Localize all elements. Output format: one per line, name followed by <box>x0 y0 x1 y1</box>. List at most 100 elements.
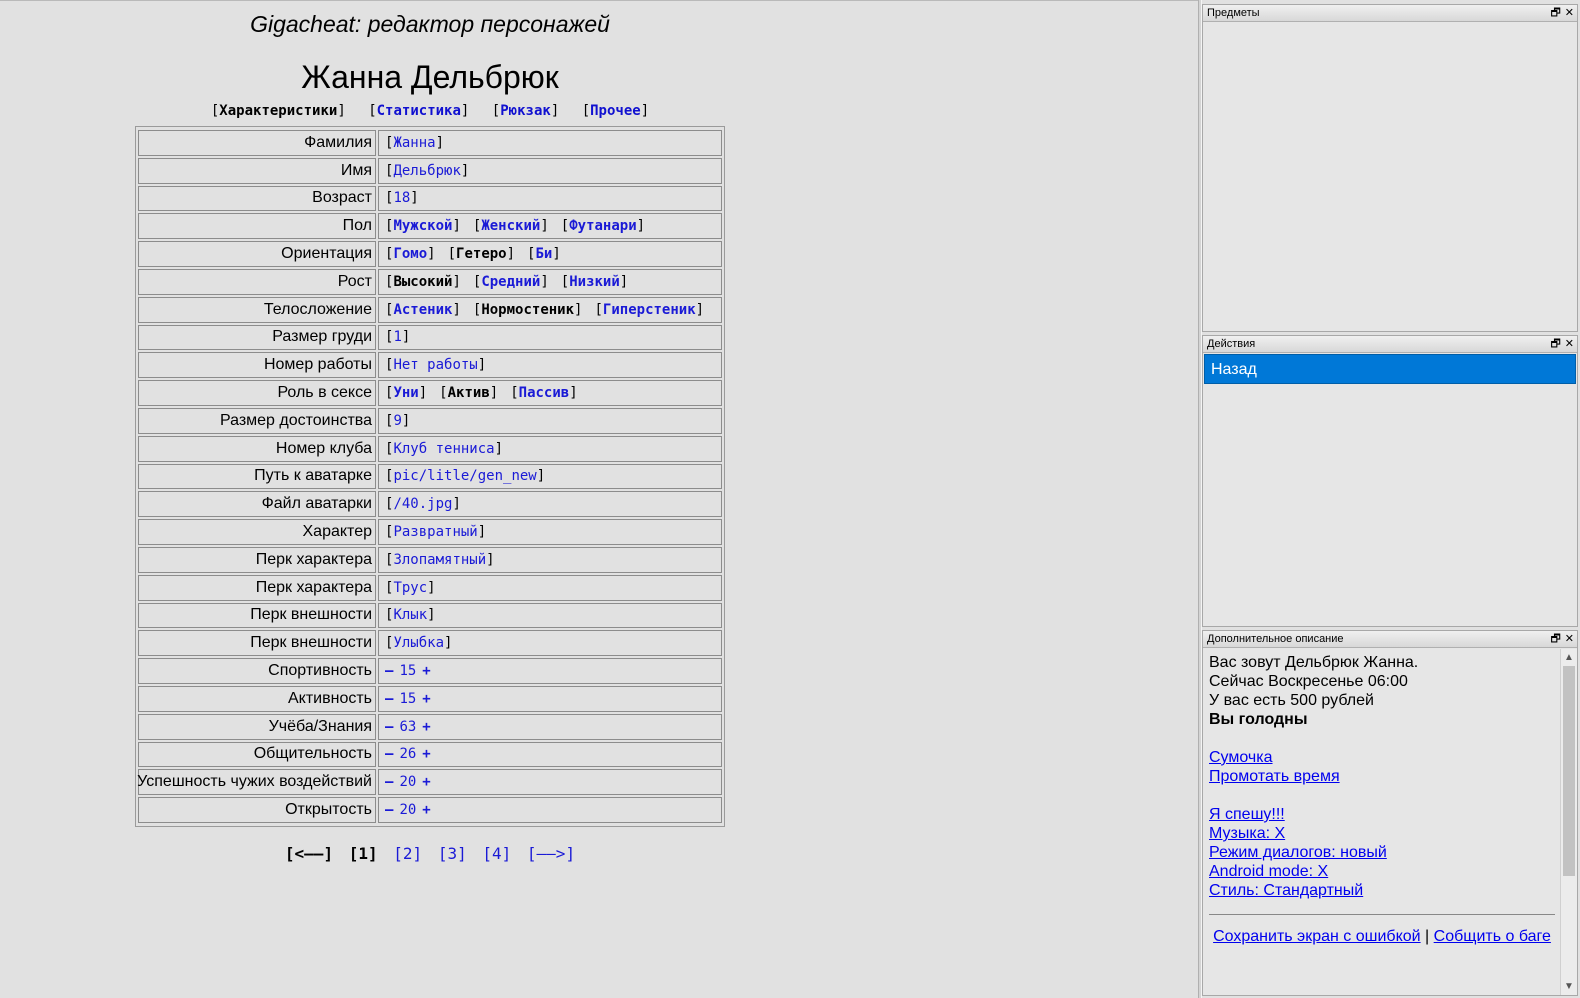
character-stats-table: Фамилия [Жанна] Имя [Дельбрюк] Возраст [18] По… <box>135 126 725 827</box>
restore-icon[interactable]: 🗗 <box>1550 7 1560 19</box>
row-value: [1] <box>378 324 722 351</box>
row-label: Роль в сексе <box>138 380 376 406</box>
link-android-mode[interactable]: Android mode: X <box>1209 862 1555 881</box>
option-item[interactable]: [Би] <box>527 246 561 262</box>
increment-button[interactable]: + <box>422 663 430 679</box>
option-item[interactable]: [Пассив] <box>510 385 577 401</box>
row-value: [Высокий] [Средний] [Низкий] <box>378 268 722 295</box>
option-item[interactable]: [Уни] <box>385 385 427 401</box>
pager: [<——] [1] [2] [3] [4] [——>] <box>0 844 860 863</box>
stat-stepper: –15 + <box>385 691 431 707</box>
action-back[interactable]: Назад <box>1204 354 1576 384</box>
decrement-button[interactable]: – <box>385 802 393 818</box>
tab-statistics[interactable]: [Статистика] <box>368 103 469 119</box>
stat-value: 15 <box>399 690 417 707</box>
row-value: [Нет работы] <box>378 352 722 379</box>
close-icon[interactable]: ✕ <box>1565 338 1574 350</box>
items-panel-title: Предметы <box>1207 7 1260 19</box>
link-bag[interactable]: Сумочка <box>1209 748 1555 767</box>
description-scrollbar[interactable]: ▲ ▼ <box>1560 649 1577 995</box>
app-title: Gigacheat: редактор персонажей <box>250 11 610 37</box>
value-link[interactable]: [Улыбка] <box>385 635 452 651</box>
items-list <box>1203 23 1577 331</box>
tab-other[interactable]: [Прочее] <box>582 103 649 119</box>
value-link[interactable]: [Злопамятный] <box>385 552 495 568</box>
value-link[interactable]: [18] <box>385 190 419 206</box>
value-link[interactable]: [Нет работы] <box>385 357 486 373</box>
pager-next[interactable]: [——>] <box>527 844 575 863</box>
increment-button[interactable]: + <box>422 802 430 818</box>
pager-prev[interactable]: [<——] <box>285 844 333 863</box>
value-link[interactable]: [/40.jpg] <box>385 496 461 512</box>
decrement-button[interactable]: – <box>385 774 393 790</box>
restore-icon[interactable]: 🗗 <box>1550 633 1560 645</box>
tab-characteristics[interactable]: [Характеристики] <box>211 103 346 119</box>
actions-panel: Действия 🗗 ✕ Назад <box>1202 335 1578 627</box>
value-link[interactable]: [pic/litle/gen_new] <box>385 468 545 484</box>
decrement-button[interactable]: – <box>385 746 393 762</box>
table-row: Перк внешности [Улыбка] <box>138 629 722 657</box>
option-item[interactable]: [Низкий] <box>561 274 628 290</box>
link-style[interactable]: Стиль: Стандартный <box>1209 881 1555 900</box>
value-link[interactable]: [1] <box>385 329 410 345</box>
value-link[interactable]: [Клык] <box>385 607 436 623</box>
close-icon[interactable]: ✕ <box>1565 7 1574 19</box>
value-link[interactable]: [Жанна] <box>385 135 444 151</box>
row-label: Путь к аватарке <box>138 463 376 490</box>
increment-button[interactable]: + <box>422 746 430 762</box>
increment-button[interactable]: + <box>422 719 430 735</box>
scroll-down-icon[interactable]: ▼ <box>1561 978 1577 995</box>
stat-stepper: –63 + <box>385 719 431 735</box>
tab-backpack[interactable]: [Рюкзак] <box>492 103 559 119</box>
option-item[interactable]: [Гиперстеник] <box>594 302 704 318</box>
row-value: [18] <box>378 185 722 212</box>
items-panel: Предметы 🗗 ✕ <box>1202 4 1578 332</box>
scroll-thumb[interactable] <box>1563 666 1575 876</box>
value-link[interactable]: [Клуб тенниса] <box>385 441 503 457</box>
decrement-button[interactable]: – <box>385 719 393 735</box>
stat-stepper: –26 + <box>385 746 431 762</box>
link-save-error-screen[interactable]: Сохранить экран с ошибкой <box>1213 928 1421 945</box>
row-label: Размер достоинства <box>138 407 376 434</box>
option-item[interactable]: [Астеник] <box>385 302 461 318</box>
link-report-bug[interactable]: Собщить о баге <box>1434 928 1551 945</box>
option-item[interactable]: [Футанари] <box>561 218 645 234</box>
close-icon[interactable]: ✕ <box>1565 633 1574 645</box>
row-label: Номер работы <box>138 352 376 379</box>
footer-links: Сохранить экран с ошибкой | Собщить о ба… <box>1209 927 1555 946</box>
option-item[interactable]: [Гомо] <box>385 246 436 262</box>
value-link[interactable]: [Трус] <box>385 580 436 596</box>
row-value: –26 + <box>378 741 722 768</box>
stat-stepper: –20 + <box>385 802 431 818</box>
pager-page-3[interactable]: [3] <box>438 844 467 863</box>
restore-icon[interactable]: 🗗 <box>1550 338 1560 350</box>
row-value: –15 + <box>378 685 722 712</box>
scroll-up-icon[interactable]: ▲ <box>1561 649 1577 666</box>
value-link[interactable]: [Развратный] <box>385 524 486 540</box>
table-row: Открытость –20 + <box>138 796 722 824</box>
decrement-button[interactable]: – <box>385 663 393 679</box>
value-link[interactable]: [9] <box>385 413 410 429</box>
option-item[interactable]: [Женский] <box>473 218 549 234</box>
value-link[interactable]: [Дельбрюк] <box>385 163 469 179</box>
actions-list: Назад <box>1203 354 1577 626</box>
link-hurry[interactable]: Я спешу!!! <box>1209 805 1555 824</box>
decrement-button[interactable]: – <box>385 691 393 707</box>
table-row: Номер клуба [Клуб тенниса] <box>138 435 722 463</box>
increment-button[interactable]: + <box>422 774 430 790</box>
stat-value: 20 <box>399 802 417 819</box>
row-value: –20 + <box>378 769 722 796</box>
option-item[interactable]: [Средний] <box>473 274 549 290</box>
link-music[interactable]: Музыка: X <box>1209 824 1555 843</box>
increment-button[interactable]: + <box>422 691 430 707</box>
description-body: Вас зовут Дельбрюк Жанна. Сейчас Воскрес… <box>1203 649 1577 995</box>
pager-page-4[interactable]: [4] <box>482 844 511 863</box>
link-dialog-mode[interactable]: Режим диалогов: новый <box>1209 843 1555 862</box>
table-row: Размер достоинства [9] <box>138 407 722 435</box>
option-item[interactable]: [Мужской] <box>385 218 461 234</box>
table-row: Учёба/Знания –63 + <box>138 713 722 741</box>
pager-page-2[interactable]: [2] <box>393 844 422 863</box>
row-value: [Мужской] [Женский] [Футанари] <box>378 213 722 240</box>
row-value: [Клуб тенниса] <box>378 435 722 462</box>
link-skip-time[interactable]: Промотать время <box>1209 767 1555 786</box>
